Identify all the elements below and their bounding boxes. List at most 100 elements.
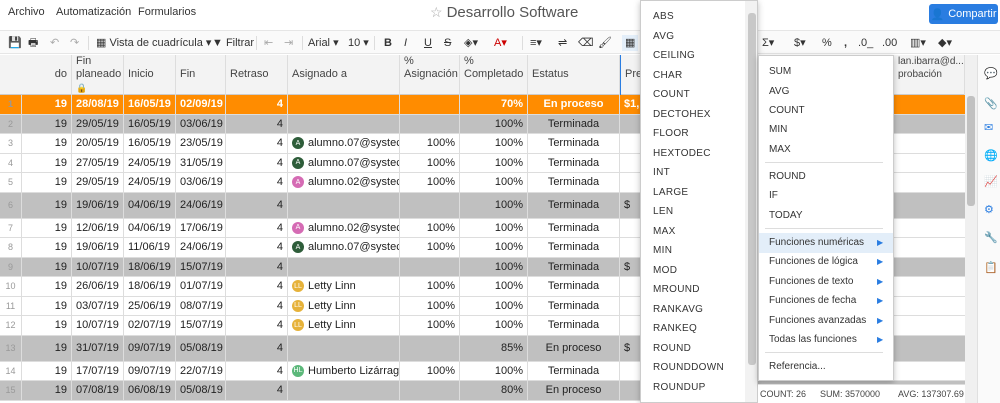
cell-pasig[interactable] <box>400 192 460 218</box>
cell-do[interactable]: 19 <box>22 238 72 257</box>
percent-button[interactable]: % <box>822 35 832 51</box>
cell-fin[interactable]: 03/06/19 <box>176 114 226 133</box>
cell-estatus[interactable]: Terminada <box>528 153 620 172</box>
undo-icon[interactable]: ↶ <box>50 35 59 51</box>
cell-fin_p[interactable]: 17/07/19 <box>72 361 124 380</box>
cell-do[interactable]: 19 <box>22 381 72 400</box>
text-color-icon[interactable]: A▾ <box>494 35 507 51</box>
cell-fin[interactable]: 22/07/19 <box>176 361 226 380</box>
cell-inicio[interactable]: 16/05/19 <box>124 95 176 114</box>
attachments-icon[interactable]: 📎 <box>984 97 998 110</box>
cell-inicio[interactable]: 09/07/19 <box>124 361 176 380</box>
cell-fin_p[interactable]: 19/06/19 <box>72 192 124 218</box>
cell-asig[interactable]: Aalumno.07@systec <box>288 153 400 172</box>
menu-item-text-functions[interactable]: Funciones de texto <box>769 276 854 287</box>
comments-icon[interactable]: 💬 <box>984 67 998 80</box>
cell-pasig[interactable]: 100% <box>400 218 460 237</box>
paint-icon[interactable]: ◆▾ <box>938 35 952 51</box>
cell-inicio[interactable]: 24/05/19 <box>124 153 176 172</box>
cell-do[interactable]: 19 <box>22 316 72 335</box>
cell-inicio[interactable]: 04/06/19 <box>124 218 176 237</box>
publish-icon[interactable]: 🌐 <box>984 149 998 162</box>
cell-retraso[interactable]: 4 <box>226 277 288 296</box>
cell-fin_p[interactable]: 29/05/19 <box>72 173 124 192</box>
cell-retraso[interactable]: 4 <box>226 296 288 315</box>
menu-item-logic-functions[interactable]: Funciones de lógica <box>769 256 858 267</box>
italic-icon[interactable]: I <box>404 35 407 51</box>
cell-asig[interactable] <box>288 381 400 400</box>
cell-estatus[interactable]: Terminada <box>528 114 620 133</box>
menu-item-today[interactable]: TODAY <box>769 210 803 221</box>
column-header-estatus[interactable]: Estatus <box>528 55 620 95</box>
cell-fin[interactable]: 24/06/19 <box>176 238 226 257</box>
cell-retraso[interactable]: 4 <box>226 153 288 172</box>
increase-decimal-button[interactable]: .00 <box>882 35 897 51</box>
cell-inicio[interactable]: 25/06/19 <box>124 296 176 315</box>
cell-pcomp[interactable]: 100% <box>460 114 528 133</box>
share-button[interactable]: 👤 Compartir <box>929 4 998 24</box>
cell-inicio[interactable]: 04/06/19 <box>124 192 176 218</box>
cell-asig[interactable]: LL Letty Linn <box>288 296 400 315</box>
cell-fin_p[interactable]: 29/05/19 <box>72 114 124 133</box>
cell-do[interactable]: 19 <box>22 114 72 133</box>
cell-asig[interactable]: Aalumno.07@systec <box>288 134 400 153</box>
cell-pcomp[interactable]: 100% <box>460 153 528 172</box>
cell-retraso[interactable]: 4 <box>226 238 288 257</box>
favorite-star-icon[interactable]: ☆ <box>430 4 443 21</box>
cell-n[interactable]: 15 <box>0 381 22 400</box>
sheet-name[interactable]: Desarrollo Software <box>447 4 579 21</box>
cell-fin[interactable]: 17/06/19 <box>176 218 226 237</box>
cell-pcomp[interactable]: 100% <box>460 238 528 257</box>
underline-icon[interactable]: U <box>424 35 432 51</box>
filter-button[interactable]: ▼ Filtrar <box>212 35 254 51</box>
comma-button[interactable]: , <box>844 35 847 51</box>
cell-do[interactable]: 19 <box>22 134 72 153</box>
menu-item-numeric-functions[interactable]: Funciones numéricas <box>769 237 864 248</box>
cell-estatus[interactable]: En proceso <box>528 381 620 400</box>
menu-item-date-functions[interactable]: Funciones de fecha <box>769 295 856 306</box>
table-icon[interactable]: ▥▾ <box>910 35 926 51</box>
cell-estatus[interactable]: Terminada <box>528 173 620 192</box>
cell-fin_p[interactable]: 07/08/19 <box>72 381 124 400</box>
cell-n[interactable]: 5 <box>0 173 22 192</box>
menu-item-avg[interactable]: AVG <box>769 86 789 97</box>
cell-estatus[interactable]: Terminada <box>528 277 620 296</box>
cell-retraso[interactable]: 4 <box>226 95 288 114</box>
menu-item-reference[interactable]: Referencia... <box>769 361 826 372</box>
cell-do[interactable]: 19 <box>22 257 72 276</box>
column-header-fin[interactable]: Fin <box>176 55 226 95</box>
cell-estatus[interactable]: En proceso <box>528 95 620 114</box>
column-header-asignacion[interactable]: % Asignación <box>400 55 460 95</box>
format-painter-icon[interactable]: 🖌 <box>598 35 612 51</box>
cell-retraso[interactable]: 4 <box>226 192 288 218</box>
cell-retraso[interactable]: 4 <box>226 381 288 400</box>
cell-fin_p[interactable]: 19/06/19 <box>72 238 124 257</box>
menu-item-count[interactable]: COUNT <box>769 105 805 116</box>
cell-n[interactable]: 6 <box>0 192 22 218</box>
cell-fin[interactable]: 08/07/19 <box>176 296 226 315</box>
menu-item-if[interactable]: IF <box>769 190 778 201</box>
cell-pcomp[interactable]: 100% <box>460 296 528 315</box>
cell-pasig[interactable] <box>400 95 460 114</box>
cell-asig[interactable]: Aalumno.02@systec <box>288 218 400 237</box>
function-item[interactable]: LARGE <box>653 187 688 198</box>
cell-inicio[interactable]: 11/06/19 <box>124 238 176 257</box>
cell-fin[interactable]: 02/09/19 <box>176 95 226 114</box>
cell-pcomp[interactable]: 100% <box>460 218 528 237</box>
cell-estatus[interactable]: Terminada <box>528 316 620 335</box>
cell-retraso[interactable]: 4 <box>226 257 288 276</box>
cell-n[interactable]: 1 <box>0 95 22 114</box>
function-item[interactable]: MIN <box>653 245 672 256</box>
cell-n[interactable]: 7 <box>0 218 22 237</box>
menu-item-sum[interactable]: SUM <box>769 66 791 77</box>
function-item[interactable]: LEN <box>653 206 673 217</box>
column-header-asignado[interactable]: Asignado a <box>288 55 400 95</box>
cell-pasig[interactable]: 100% <box>400 316 460 335</box>
cell-pasig[interactable] <box>400 257 460 276</box>
cell-n[interactable]: 11 <box>0 296 22 315</box>
cell-inicio[interactable]: 02/07/19 <box>124 316 176 335</box>
cell-fin_p[interactable]: 20/05/19 <box>72 134 124 153</box>
cell-asig[interactable]: Aalumno.07@systec <box>288 238 400 257</box>
function-item[interactable]: MOD <box>653 265 677 276</box>
function-item[interactable]: MAX <box>653 226 676 237</box>
